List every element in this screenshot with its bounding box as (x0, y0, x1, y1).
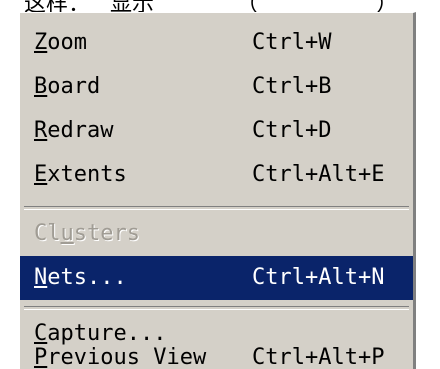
menu-item-board[interactable]: Board Ctrl+B (20, 65, 413, 109)
label-rest: xtents (47, 162, 127, 187)
menu-item-previous-view[interactable]: Previous View Ctrl+Alt+P (20, 336, 413, 369)
menu-item-label: Board (34, 65, 100, 109)
menu-item-zoom[interactable]: Zoom Ctrl+W (20, 21, 413, 65)
label-rest: revious View (47, 345, 207, 369)
screenshot-root: 这样： 显示 （ ） Zoom Ctrl+W Board Ctrl+B Redr… (0, 0, 440, 369)
menu-item-nets[interactable]: Nets... Ctrl+Alt+N (20, 256, 413, 300)
mnemonic-letter: N (34, 265, 48, 290)
menu-item-label: Nets... (34, 256, 127, 300)
menu-item-shortcut: Ctrl+W (252, 30, 332, 55)
menu-item-label: Redraw (34, 109, 113, 153)
menu-item-clusters: Clusters (20, 212, 413, 256)
menu-item-shortcut: Ctrl+B (252, 74, 332, 99)
menu-item-label: Extents (34, 153, 127, 197)
menu-separator (24, 306, 409, 310)
menu-item-shortcut: Ctrl+Alt+E (252, 162, 385, 187)
menu-item-extents[interactable]: Extents Ctrl+Alt+E (20, 153, 413, 197)
label-rest: oom (47, 30, 87, 55)
mnemonic-letter: Z (34, 30, 48, 55)
menu-item-label: Previous View (34, 336, 206, 369)
mnemonic-letter: R (34, 118, 48, 143)
menu-item-shortcut: Ctrl+D (252, 118, 332, 143)
label-rest: oard (47, 74, 101, 99)
menu-separator (24, 206, 409, 210)
label-rest: edraw (47, 118, 114, 143)
mnemonic-letter: u (60, 221, 74, 246)
mnemonic-letter: P (34, 345, 48, 369)
label-rest: ets... (47, 265, 127, 290)
menu-item-shortcut: Ctrl+Alt+N (252, 265, 385, 290)
label-prefix: Cl (34, 221, 61, 246)
context-menu: Zoom Ctrl+W Board Ctrl+B Redraw Ctrl+D E… (18, 12, 416, 369)
label-rest: sters (73, 221, 140, 246)
menu-item-label: Clusters (34, 212, 140, 256)
menu-item-label: Zoom (34, 21, 87, 65)
mnemonic-letter: E (34, 162, 48, 187)
mnemonic-letter: B (34, 74, 48, 99)
menu-item-shortcut: Ctrl+Alt+P (252, 345, 385, 369)
menu-item-redraw[interactable]: Redraw Ctrl+D (20, 109, 413, 153)
